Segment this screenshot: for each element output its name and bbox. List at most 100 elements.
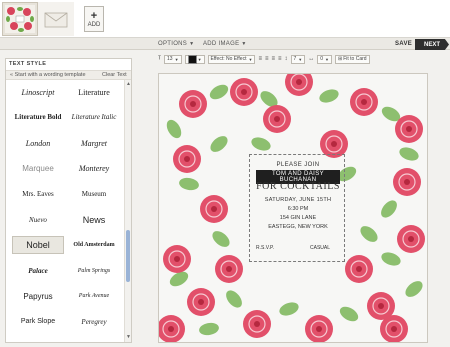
leaf-shape: [210, 136, 228, 152]
font-size-value: 13: [167, 56, 173, 62]
options-menu[interactable]: OPTIONS ▼: [158, 38, 194, 50]
leaf-shape: [279, 302, 299, 316]
text-style-title: TEXT STYLE: [9, 61, 47, 67]
leaf-shape: [399, 147, 419, 161]
effect-value: Effect: No Effect: [210, 56, 247, 62]
flower-center: [174, 256, 180, 262]
card-line-please-join[interactable]: PLEASE JOIN: [250, 162, 346, 168]
align-right-icon[interactable]: ≡: [271, 56, 275, 62]
flower-center: [274, 116, 280, 122]
font-option[interactable]: Mrs. Eaves: [12, 185, 64, 203]
font-option[interactable]: Palace: [12, 262, 64, 280]
add-page-button[interactable]: + ADD: [84, 6, 104, 32]
card-canvas[interactable]: PLEASE JOIN TOM AND DAISY BUCHANAN FOR C…: [158, 73, 428, 343]
scroll-thumb[interactable]: [126, 230, 130, 282]
fit-to-card-label: Fit to Card: [343, 56, 367, 62]
chevron-down-icon: ▼: [298, 56, 303, 62]
envelope-icon: [44, 12, 68, 28]
font-option[interactable]: London: [12, 134, 64, 152]
options-label: OPTIONS: [158, 41, 188, 47]
flower-center: [198, 299, 204, 305]
clear-text-link[interactable]: Clear Text: [102, 72, 127, 78]
line-height-select[interactable]: 7 ▼: [290, 54, 306, 64]
font-option[interactable]: Margret: [68, 134, 120, 152]
font-option[interactable]: Monterey: [68, 160, 120, 178]
leaf-shape: [381, 252, 401, 266]
font-option[interactable]: Papyrus: [12, 287, 64, 305]
leaf-shape: [339, 306, 359, 322]
add-image-menu[interactable]: ADD IMAGE ▼: [203, 38, 247, 50]
leaf-shape: [381, 200, 397, 218]
card-line-date[interactable]: SATURDAY, JUNE 15TH: [250, 197, 346, 203]
next-button[interactable]: NEXT: [415, 39, 449, 50]
leaf-shape: [405, 281, 423, 297]
font-option[interactable]: Marquee: [12, 160, 64, 178]
align-center-icon[interactable]: ≡: [265, 56, 269, 62]
flower-center: [331, 141, 337, 147]
flower-center: [184, 156, 190, 162]
flower-center: [356, 266, 362, 272]
flower-center: [168, 326, 174, 332]
font-option[interactable]: Old Amsterdam: [68, 236, 120, 254]
leaf-shape: [226, 290, 242, 308]
font-list-scrollbar[interactable]: ▲ ▼: [124, 80, 131, 342]
leaf-shape: [199, 322, 219, 336]
top-toolbar: + ADD: [0, 0, 450, 38]
card-casual[interactable]: CASUAL: [310, 245, 330, 251]
text-style-panel: TEXT STYLE « Start with a wording templa…: [5, 58, 132, 343]
leaf-shape: [319, 89, 339, 103]
card-line-address[interactable]: 154 GIN LANE: [250, 215, 346, 221]
align-justify-icon[interactable]: ≡: [278, 56, 282, 62]
card-line-cocktails[interactable]: FOR COCKTAILS: [250, 181, 346, 192]
chevron-down-icon: ▼: [174, 56, 179, 62]
line-height-icon: ↕: [284, 56, 288, 62]
scroll-down-icon[interactable]: ▼: [125, 333, 132, 340]
font-option[interactable]: Palm Springs: [68, 262, 120, 280]
flower-center: [406, 126, 412, 132]
effect-select[interactable]: Effect: No Effect ▼: [207, 54, 256, 64]
plus-icon: +: [90, 9, 98, 22]
flower-center: [254, 321, 260, 327]
letter-spacing-select[interactable]: 0 ▼: [317, 54, 333, 64]
fit-to-card-button[interactable]: ⊞ Fit to Card: [335, 54, 370, 64]
flower-center: [316, 326, 322, 332]
color-select[interactable]: ▼: [184, 54, 205, 64]
font-option[interactable]: Literature Bold: [12, 109, 64, 127]
line-height-value: 7: [293, 56, 297, 62]
flower-center: [408, 236, 414, 242]
font-option[interactable]: Nuevo: [12, 211, 64, 229]
font-option[interactable]: Nobel: [12, 236, 64, 254]
leaf-shape: [179, 177, 199, 191]
flower-center: [241, 89, 247, 95]
flower-center: [226, 266, 232, 272]
save-button[interactable]: SAVE: [395, 38, 412, 50]
font-option[interactable]: Museum: [68, 185, 120, 203]
flower-center: [391, 326, 397, 332]
color-swatch: [187, 54, 197, 64]
font-size-select[interactable]: 13 ▼: [164, 54, 182, 64]
letter-spacing-icon: ↔: [308, 56, 315, 62]
add-page-label: ADD: [87, 21, 101, 28]
font-option[interactable]: Literature: [68, 83, 120, 101]
start-template-link[interactable]: « Start with a wording template: [10, 72, 86, 78]
font-option[interactable]: News: [68, 211, 120, 229]
font-option[interactable]: Peregrey: [68, 313, 120, 331]
chevron-down-icon: ▼: [189, 41, 195, 47]
font-option[interactable]: Literature Italic: [68, 109, 120, 127]
font-option[interactable]: Park Slope: [12, 313, 64, 331]
panel-actions: « Start with a wording template Clear Te…: [6, 70, 131, 80]
chevron-down-icon: ▼: [248, 56, 253, 62]
flower-center: [378, 303, 384, 309]
font-option[interactable]: Park Avenue: [68, 287, 120, 305]
card-rsvp[interactable]: R.S.V.P.: [256, 245, 274, 251]
scroll-up-icon[interactable]: ▲: [125, 80, 132, 87]
envelope-thumbnail[interactable]: [38, 2, 74, 36]
card-line-city[interactable]: EASTEGG, NEW YORK: [250, 224, 346, 230]
font-option[interactable]: Linoscript: [12, 83, 64, 101]
chevron-down-icon: ▼: [241, 41, 247, 47]
card-thumbnail[interactable]: [2, 2, 38, 36]
align-left-icon[interactable]: ≡: [258, 56, 262, 62]
card-text-box[interactable]: PLEASE JOIN TOM AND DAISY BUCHANAN FOR C…: [249, 154, 345, 262]
flower-center: [361, 99, 367, 105]
card-line-time[interactable]: 6:30 PM: [250, 206, 346, 212]
